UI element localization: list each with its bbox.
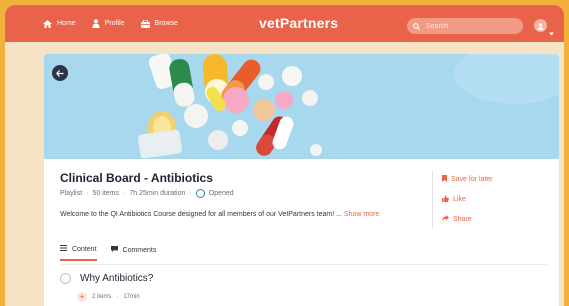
lesson-header: Why Antibiotics? [60, 273, 547, 284]
home-icon [43, 19, 52, 28]
like-button[interactable]: Like [442, 195, 493, 204]
tab-content[interactable]: Content [60, 245, 97, 261]
nav-home-label: Home [57, 20, 76, 27]
vertical-divider [432, 170, 433, 228]
profile-icon [91, 19, 100, 28]
opened-status-icon [195, 189, 205, 198]
tabs-divider [60, 264, 547, 265]
course-meta: Playlist · 50 items · 7h 25min duration … [60, 189, 234, 198]
list-icon [60, 245, 67, 253]
back-button[interactable] [52, 65, 68, 81]
meta-separator: · [86, 190, 89, 197]
brand-logo[interactable]: vetPartners [259, 15, 338, 31]
search-box[interactable] [407, 18, 523, 34]
tab-content-label: Content [72, 245, 97, 253]
share-button[interactable]: Share [442, 215, 493, 223]
course-description: Welcome to the QI Antibiotics Course des… [60, 211, 440, 218]
nav-profile[interactable]: Profile [91, 19, 125, 28]
search-icon [413, 17, 420, 35]
user-icon [537, 17, 544, 35]
lesson-title[interactable]: Why Antibiotics? [80, 273, 153, 284]
course-title: Clinical Board - Antibiotics [60, 171, 213, 185]
nav-browse-label: Browse [154, 20, 178, 27]
user-avatar[interactable] [534, 19, 547, 32]
comment-icon [110, 246, 118, 254]
nav-browse[interactable]: Browse [140, 19, 178, 28]
meta-separator: · [189, 190, 192, 197]
course-card: Clinical Board - Antibiotics Playlist · … [44, 54, 559, 306]
save-for-later-label: Save for later [451, 176, 493, 183]
main-nav: Home Profile Browse [43, 5, 178, 42]
thumbs-up-icon [442, 195, 449, 204]
top-navigation-bar: Home Profile Browse vetPartners [5, 5, 564, 42]
course-item-count: 50 items [92, 190, 119, 197]
list-item[interactable]: Why Antibiotics? + 2 items · 17min [60, 273, 547, 302]
plus-icon[interactable]: + [77, 292, 87, 302]
search-input[interactable] [426, 22, 516, 30]
lesson-duration: 17min [123, 294, 140, 300]
meta-separator: · [116, 294, 119, 300]
nav-home[interactable]: Home [43, 19, 76, 28]
lesson-completion-radio[interactable] [60, 273, 71, 284]
content-tabs: Content Comments [60, 245, 156, 261]
lesson-meta: + 2 items · 17min [77, 292, 547, 302]
tab-comments[interactable]: Comments [110, 245, 157, 261]
share-label: Share [453, 215, 472, 223]
course-type: Playlist [60, 190, 83, 197]
show-more-link[interactable]: Show more [344, 211, 379, 218]
chevron-down-icon[interactable] [549, 23, 554, 41]
back-arrow-icon [55, 64, 64, 82]
course-status: Opened [208, 190, 234, 197]
course-actions: Save for later Like Share [442, 175, 493, 223]
share-icon [442, 215, 449, 223]
bookmark-icon [442, 175, 447, 184]
meta-separator: · [123, 190, 126, 197]
course-hero-image [44, 54, 559, 159]
tab-comments-label: Comments [122, 246, 157, 254]
browse-icon [140, 19, 150, 28]
app-window: Home Profile Browse vetPartners Search C… [5, 5, 564, 306]
course-duration: 7h 25min duration [129, 190, 186, 197]
nav-profile-label: Profile [104, 20, 125, 27]
course-description-text: Welcome to the QI Antibiotics Course des… [60, 211, 342, 218]
pills-illustration [44, 54, 559, 159]
lesson-item-count: 2 items [92, 294, 112, 300]
save-for-later-button[interactable]: Save for later [442, 175, 493, 184]
like-label: Like [453, 196, 466, 203]
